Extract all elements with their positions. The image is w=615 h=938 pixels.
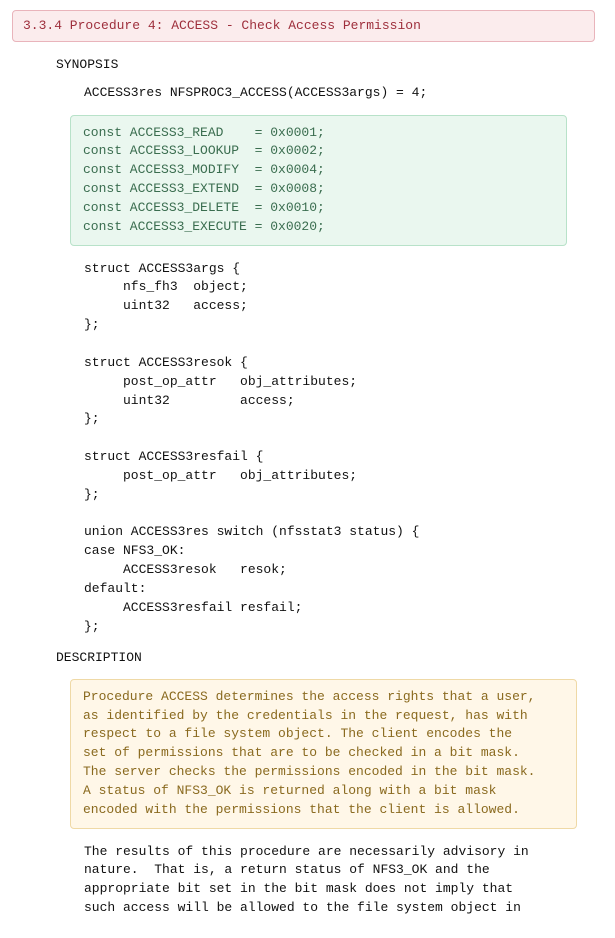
section-heading: 3.3.4 Procedure 4: ACCESS - Check Access… bbox=[12, 10, 595, 42]
synopsis-signature: ACCESS3res NFSPROC3_ACCESS(ACCESS3args) … bbox=[84, 84, 595, 102]
struct-definitions: struct ACCESS3args { nfs_fh3 object; uin… bbox=[84, 260, 595, 637]
synopsis-label: SYNOPSIS bbox=[56, 56, 595, 74]
description-highlight: Procedure ACCESS determines the access r… bbox=[70, 679, 577, 829]
description-label: DESCRIPTION bbox=[56, 649, 595, 667]
constants-block: const ACCESS3_READ = 0x0001; const ACCES… bbox=[70, 115, 567, 246]
description-body: The results of this procedure are necess… bbox=[84, 843, 577, 918]
